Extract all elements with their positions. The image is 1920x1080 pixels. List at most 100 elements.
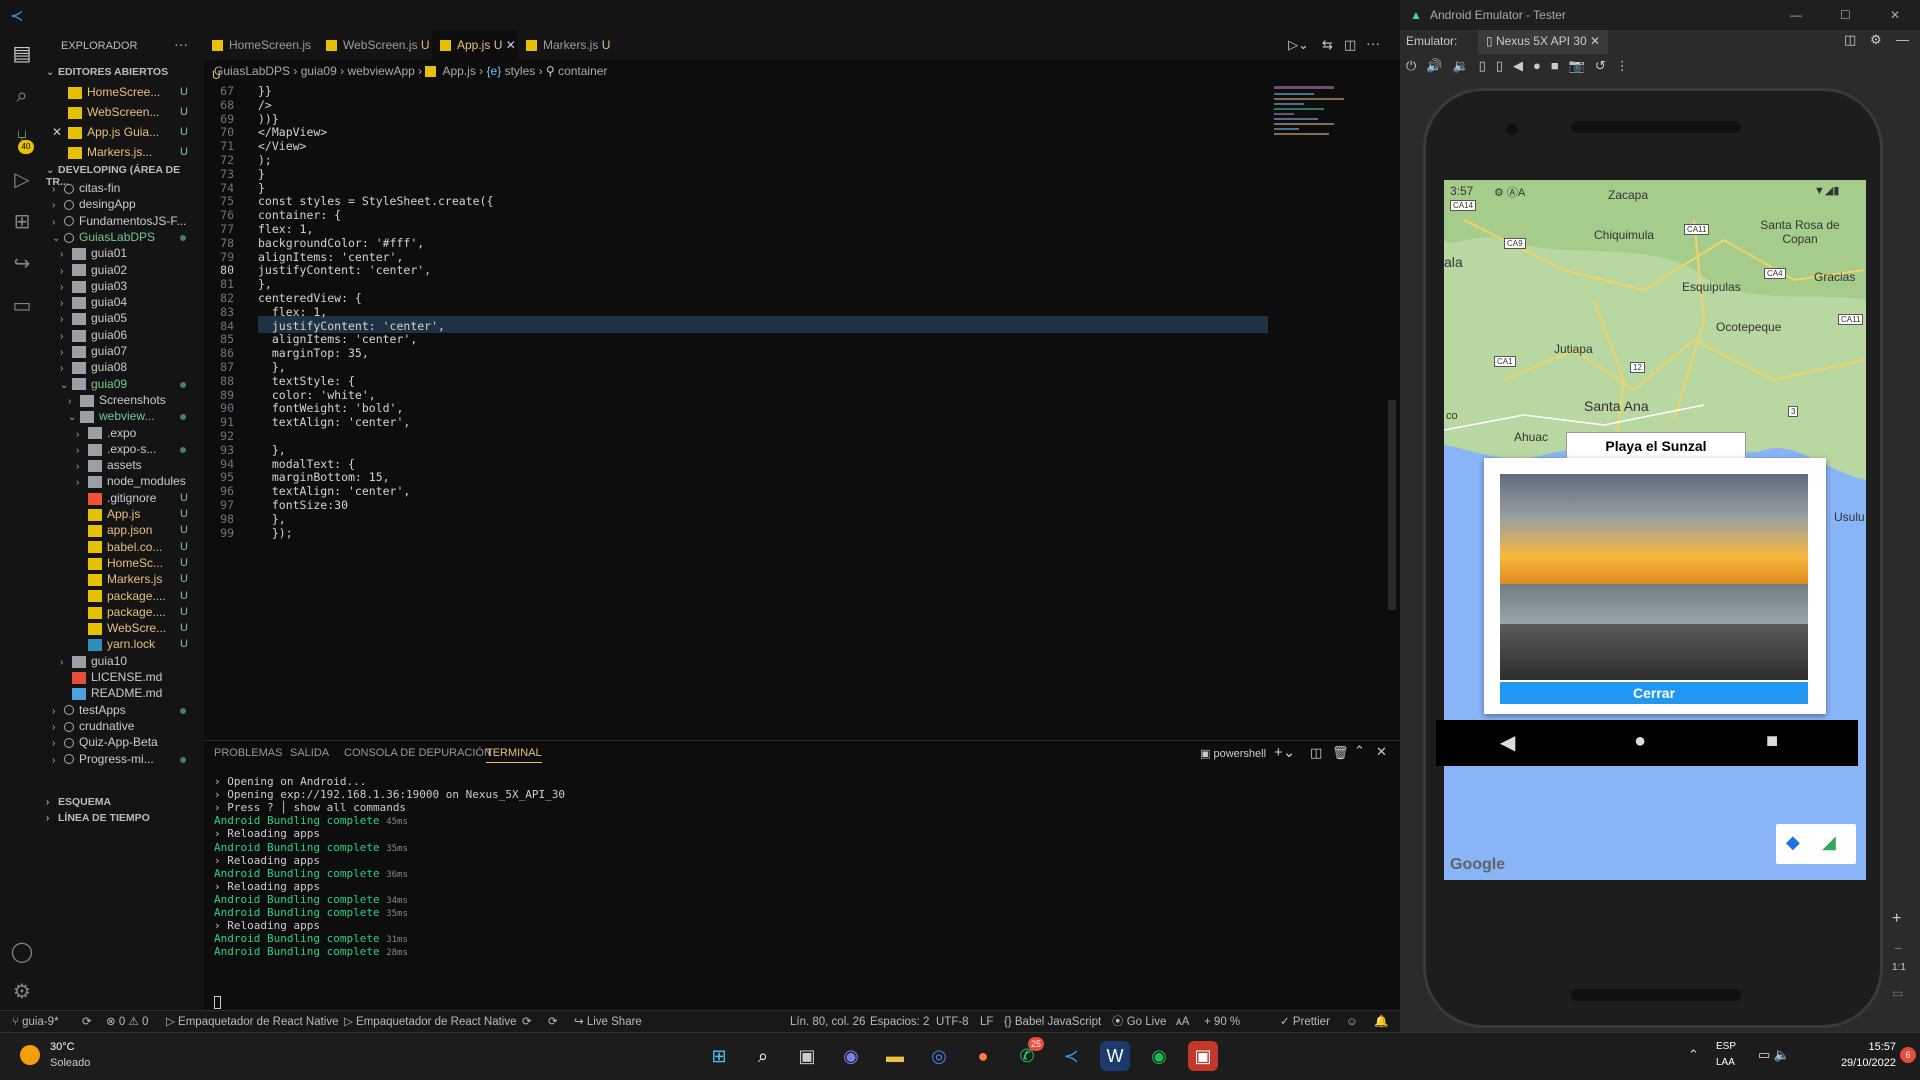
font-size-icon[interactable]: ᴀA (1176, 1011, 1189, 1033)
run-debug-icon[interactable]: ▷ (10, 168, 34, 192)
search-icon[interactable]: ⌕ (10, 84, 34, 108)
trash-icon[interactable]: 🗑 (1332, 745, 1349, 761)
sun-icon[interactable] (20, 1045, 40, 1065)
close-icon[interactable]: ✕ (506, 38, 516, 52)
recents-icon[interactable]: ■ (1766, 730, 1778, 753)
window-mode-icon[interactable]: ◫ (1844, 32, 1856, 48)
weather-desc[interactable]: Soleado (50, 1057, 90, 1069)
minimize-icon[interactable]: — (1790, 0, 1802, 30)
tree-item[interactable]: › Progress-mi... (44, 749, 204, 769)
explorer-icon[interactable]: ▤ (10, 42, 34, 66)
zoom-out-icon[interactable]: − (1894, 940, 1902, 956)
language-code[interactable]: ESP (1716, 1041, 1736, 1052)
close-panel-icon[interactable]: ✕ (1376, 744, 1387, 760)
tab-webscreen[interactable]: WebScreen.js U (318, 30, 432, 60)
clock-date[interactable]: 29/10/2022 (1820, 1057, 1896, 1069)
notification-badge[interactable]: 6 (1900, 1047, 1916, 1063)
phone-screen[interactable]: 3:57 ⚙ ⒶA ▼◢▮ Zacapa Chiquimula Santa Ro… (1444, 180, 1866, 880)
device-tab[interactable]: ▯ Nexus 5X API 30 ✕ (1478, 30, 1609, 54)
breadcrumb-item[interactable]: container (558, 64, 607, 78)
tab-output[interactable]: SALIDA (290, 747, 329, 759)
file-explorer-icon[interactable]: ▬ (880, 1041, 910, 1071)
encoding[interactable]: UTF-8 (936, 1011, 969, 1033)
problems-count[interactable]: ⊗ 0 ⚠ 0 (106, 1011, 148, 1033)
more-actions-icon[interactable]: ··· (174, 36, 188, 52)
split-editor-icon[interactable]: ◫ (1344, 37, 1356, 53)
packager-status[interactable]: ▷ Empaquetador de React Native (166, 1011, 339, 1033)
language-mode[interactable]: {} Babel JavaScript (1004, 1011, 1101, 1033)
network-volume-icon[interactable]: ▭ 🔈 (1758, 1047, 1790, 1063)
breadcrumb-item[interactable]: guia09 (301, 64, 337, 78)
chrome-icon[interactable]: ◎ (924, 1041, 954, 1071)
close-icon[interactable]: ✕ (1890, 0, 1900, 30)
tab-markers[interactable]: Markers.js U (518, 30, 618, 60)
new-terminal-icon[interactable]: +⌄ (1274, 743, 1295, 761)
split-terminal-icon[interactable]: ◫ (1310, 745, 1322, 761)
minimap[interactable] (1274, 82, 1368, 302)
minimize-icon[interactable]: — (1896, 32, 1909, 47)
open-editor-item[interactable]: ✕ App.js Guia... U (44, 122, 204, 142)
directions-icon[interactable]: ◆ (1786, 832, 1800, 853)
breadcrumb-item[interactable]: webviewApp (347, 64, 414, 78)
zoom-ratio[interactable]: 1:1 (1892, 962, 1906, 973)
scrollbar[interactable] (1388, 400, 1396, 610)
windows-start-icon[interactable]: ⊞ (704, 1041, 734, 1071)
tab-terminal[interactable]: TERMINAL (486, 747, 542, 763)
tab-app-js[interactable]: App.js U ✕ (432, 30, 518, 60)
breadcrumb-item[interactable]: styles (505, 64, 536, 78)
back-icon[interactable]: ◀ (1500, 730, 1515, 755)
more-actions-icon[interactable]: ··· (1366, 35, 1380, 51)
google-maps-icon[interactable]: ◢ (1822, 832, 1836, 853)
live-share-icon[interactable]: ↪ (10, 252, 34, 276)
emulator-icon[interactable]: ▣ (1188, 1041, 1218, 1071)
tab-debug-console[interactable]: CONSOLA DE DEPURACIÓN (344, 747, 492, 759)
open-editor-item[interactable]: WebScreen... U (44, 102, 204, 122)
fit-screen-icon[interactable]: ▭ (1892, 986, 1903, 1000)
account-icon[interactable]: ◯ (10, 940, 34, 964)
teams-chat-icon[interactable]: ◉ (836, 1041, 866, 1071)
breadcrumb-item[interactable]: App.js (442, 64, 475, 78)
spotify-icon[interactable]: ◉ (1144, 1041, 1174, 1071)
close-button[interactable]: Cerrar (1500, 682, 1808, 704)
refresh-icon[interactable]: ⟳ (548, 1011, 558, 1033)
git-branch[interactable]: ⑂ guia-9* (12, 1011, 59, 1033)
word-icon[interactable]: W (1100, 1041, 1130, 1071)
indentation[interactable]: Espacios: 2 (870, 1011, 929, 1033)
weather-temp[interactable]: 30°C (50, 1041, 75, 1053)
sync-icon[interactable]: ⟳ (82, 1011, 92, 1033)
maximize-icon[interactable]: ☐ (1840, 0, 1851, 30)
tab-homescreen[interactable]: HomeScreen.js U (204, 30, 318, 82)
close-icon[interactable]: ✕ (52, 125, 62, 139)
eol[interactable]: LF (980, 1011, 993, 1033)
settings-gear-icon[interactable]: ⚙ (1870, 32, 1882, 48)
refresh-icon[interactable]: ⟳ (522, 1011, 532, 1033)
live-share-status[interactable]: ↪ Live Share (574, 1011, 642, 1033)
search-icon[interactable]: ⌕ (748, 1041, 778, 1071)
open-editor-item[interactable]: Markers.js... U (44, 142, 204, 162)
timeline-header[interactable]: › LÍNEA DE TIEMPO (46, 812, 150, 824)
clock-time[interactable]: 15:57 (1846, 1041, 1896, 1053)
feedback-icon[interactable]: ☺ (1346, 1011, 1358, 1033)
open-editor-item[interactable]: HomeScree... U (44, 82, 204, 102)
extensions-icon[interactable]: ⊞ (10, 210, 34, 234)
terminal-shell-selector[interactable]: ▣ powershell (1200, 747, 1266, 760)
chevron-up-icon[interactable]: ⌃ (1688, 1047, 1699, 1063)
zoom-in-icon[interactable]: + (1892, 910, 1901, 928)
home-icon[interactable]: ● (1634, 730, 1646, 753)
zoom-level[interactable]: + 90 % (1204, 1011, 1240, 1033)
outline-header[interactable]: › ESQUEMA (46, 796, 111, 808)
maximize-panel-icon[interactable]: ⌃ (1354, 743, 1365, 759)
remote-explorer-icon[interactable]: ▭ (10, 294, 34, 318)
breadcrumb-item[interactable]: GuiasLabDPS (214, 64, 290, 78)
keyboard-layout[interactable]: LAA (1716, 1057, 1735, 1068)
git-kraken-icon[interactable]: ● (968, 1041, 998, 1071)
prettier-status[interactable]: ✓ Prettier (1280, 1011, 1330, 1033)
run-icon[interactable]: ▷⌄ (1288, 37, 1309, 53)
tab-problems[interactable]: PROBLEMAS (214, 747, 282, 759)
emulator-controls[interactable]: ⏻🔊🔉▯▯◀●■📷↺⋮ (1406, 58, 1639, 74)
vscode-icon[interactable]: ≺ (1056, 1041, 1086, 1071)
settings-gear-icon[interactable]: ⚙ (10, 980, 34, 1004)
packager-status[interactable]: ▷ Empaquetador de React Native (344, 1011, 517, 1033)
cursor-position[interactable]: Lín. 80, col. 26 (790, 1011, 865, 1033)
go-live[interactable]: ⦿ Go Live (1112, 1011, 1166, 1033)
